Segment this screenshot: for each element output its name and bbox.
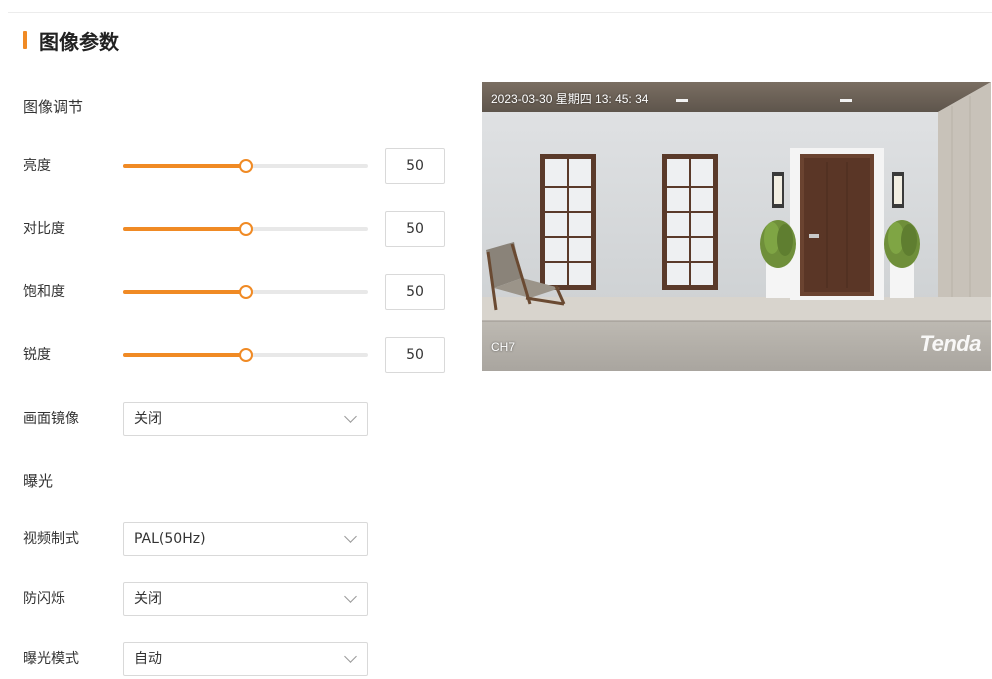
mirror-label: 画面镜像 bbox=[23, 411, 79, 427]
saturation-slider[interactable] bbox=[123, 285, 368, 299]
saturation-slider-fill bbox=[123, 290, 246, 294]
exposure-mode-label: 曝光模式 bbox=[23, 651, 79, 667]
chevron-down-icon bbox=[344, 650, 357, 663]
page-title-text: 图像参数 bbox=[39, 29, 119, 54]
saturation-label: 饱和度 bbox=[23, 284, 65, 300]
saturation-row: 饱和度 50 bbox=[0, 274, 460, 310]
title-accent-bar bbox=[23, 31, 27, 49]
osd-channel: CH7 bbox=[491, 340, 516, 354]
sharpness-slider-fill bbox=[123, 353, 246, 357]
image-adjust-section-label: 图像调节 bbox=[23, 98, 84, 116]
sharpness-slider[interactable] bbox=[123, 348, 368, 362]
sharpness-row: 锐度 50 bbox=[0, 337, 460, 373]
mirror-select[interactable]: 关闭 bbox=[123, 402, 368, 436]
sharpness-label: 锐度 bbox=[23, 347, 51, 363]
chevron-down-icon bbox=[344, 530, 357, 543]
contrast-slider-thumb[interactable] bbox=[238, 222, 253, 236]
sharpness-slider-thumb[interactable] bbox=[238, 348, 253, 362]
video-standard-select[interactable]: PAL(50Hz) bbox=[123, 522, 368, 556]
brightness-slider[interactable] bbox=[123, 159, 368, 173]
mirror-select-value: 关闭 bbox=[134, 411, 162, 427]
camera-scene-image bbox=[482, 82, 991, 371]
osd-timestamp: 2023-03-30 星期四 13: 45: 34 bbox=[491, 92, 649, 106]
contrast-slider-fill bbox=[123, 227, 246, 231]
exposure-section-label: 曝光 bbox=[23, 472, 54, 490]
contrast-row: 对比度 50 bbox=[0, 211, 460, 247]
anti-flicker-select[interactable]: 关闭 bbox=[123, 582, 368, 616]
top-divider bbox=[8, 12, 992, 13]
chevron-down-icon bbox=[344, 590, 357, 603]
sharpness-input[interactable]: 50 bbox=[385, 337, 445, 373]
brightness-slider-thumb[interactable] bbox=[238, 159, 253, 173]
brightness-label: 亮度 bbox=[23, 158, 51, 174]
contrast-slider[interactable] bbox=[123, 222, 368, 236]
exposure-mode-select[interactable]: 自动 bbox=[123, 642, 368, 676]
brightness-input[interactable]: 50 bbox=[385, 148, 445, 184]
saturation-input[interactable]: 50 bbox=[385, 274, 445, 310]
brightness-row: 亮度 50 bbox=[0, 148, 460, 184]
chevron-down-icon bbox=[344, 410, 357, 423]
brand-logo: Tenda bbox=[919, 331, 982, 356]
contrast-label: 对比度 bbox=[23, 221, 65, 237]
contrast-input[interactable]: 50 bbox=[385, 211, 445, 247]
video-standard-label: 视频制式 bbox=[23, 531, 79, 547]
video-standard-row: 视频制式 PAL(50Hz) bbox=[0, 522, 460, 558]
exposure-mode-row: 曝光模式 自动 bbox=[0, 642, 460, 678]
camera-preview: 2023-03-30 星期四 13: 45: 34 CH7 Tenda bbox=[482, 82, 991, 371]
anti-flicker-label: 防闪烁 bbox=[23, 591, 65, 607]
page-title: 图像参数 bbox=[23, 28, 119, 54]
saturation-slider-thumb[interactable] bbox=[238, 285, 253, 299]
anti-flicker-select-value: 关闭 bbox=[134, 591, 162, 607]
brightness-slider-fill bbox=[123, 164, 246, 168]
video-standard-select-value: PAL(50Hz) bbox=[134, 531, 206, 547]
exposure-mode-select-value: 自动 bbox=[134, 651, 162, 667]
anti-flicker-row: 防闪烁 关闭 bbox=[0, 582, 460, 618]
mirror-row: 画面镜像 关闭 bbox=[0, 402, 460, 438]
